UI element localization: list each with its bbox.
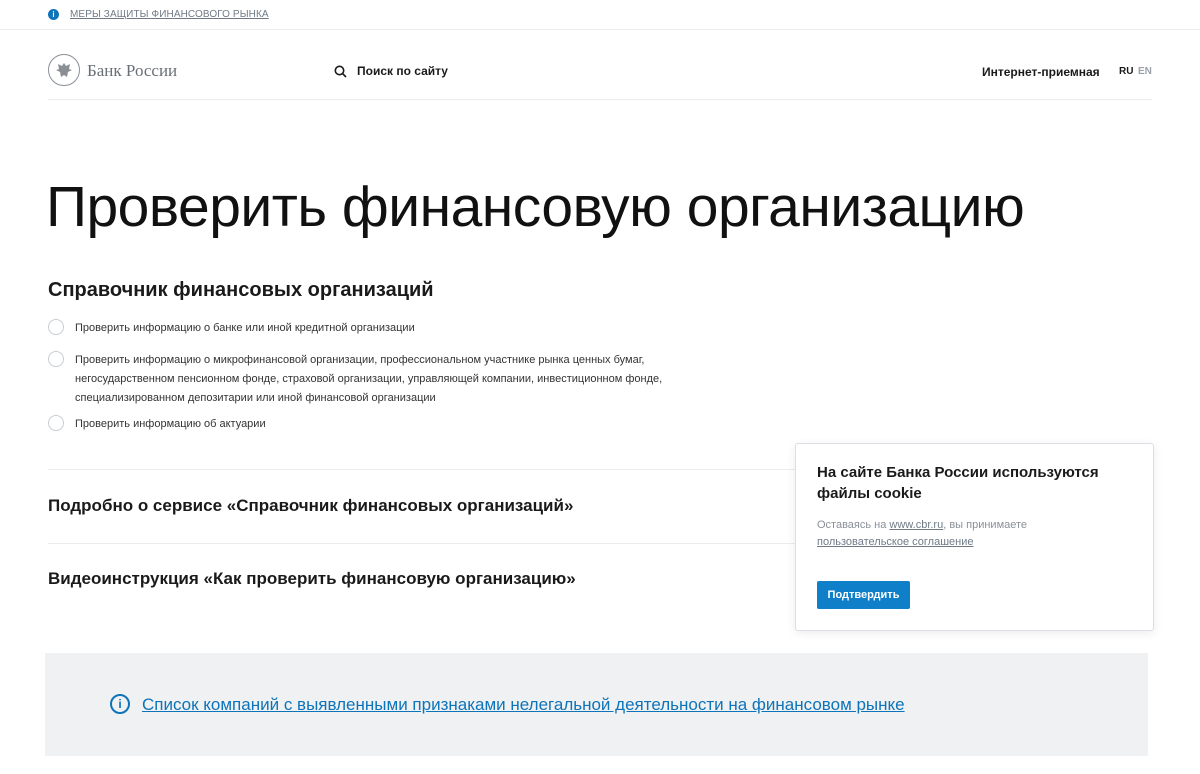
confirm-cookie-button[interactable]: Подтвердить bbox=[817, 581, 910, 609]
accordion-video-instruction[interactable]: Видеоинструкция «Как проверить финансову… bbox=[48, 569, 576, 589]
site-search[interactable]: Поиск по сайту bbox=[334, 63, 448, 79]
cbr-site-link[interactable]: www.cbr.ru bbox=[889, 519, 943, 531]
info-icon: i bbox=[48, 9, 59, 20]
accordion-service-details[interactable]: Подробно о сервисе «Справочник финансовы… bbox=[48, 496, 573, 516]
illegal-companies-list-link[interactable]: Список компаний с выявленными признаками… bbox=[142, 695, 905, 715]
radio-button[interactable] bbox=[48, 319, 64, 335]
section-title: Справочник финансовых организаций bbox=[48, 279, 434, 301]
cookie-title: На сайте Банка России используются файлы… bbox=[817, 464, 1099, 502]
lang-en[interactable]: EN bbox=[1138, 66, 1152, 77]
cookie-text: Оставаясь на www.cbr.ru, вы принимаете п… bbox=[817, 517, 1137, 551]
radio-option-other-financial[interactable]: Проверить информацию о микрофинансовой о… bbox=[48, 350, 728, 407]
user-agreement-link[interactable]: пользовательское соглашение bbox=[817, 536, 974, 548]
top-info-bar: i МЕРЫ ЗАЩИТЫ ФИНАНСОВОГО РЫНКА bbox=[0, 0, 1200, 30]
internet-reception-link[interactable]: Интернет-приемная bbox=[982, 65, 1100, 79]
logo-text[interactable]: Банк России bbox=[87, 61, 177, 81]
cookie-consent-popup: На сайте Банка России используются файлы… bbox=[795, 443, 1154, 631]
radio-label: Проверить информацию об актуарии bbox=[75, 418, 266, 430]
radio-option-bank[interactable]: Проверить информацию о банке или иной кр… bbox=[48, 318, 415, 337]
radio-label: Проверить информацию о микрофинансовой о… bbox=[75, 354, 663, 404]
lang-ru[interactable]: RU bbox=[1119, 66, 1133, 77]
cookie-text-prefix: Оставаясь на bbox=[817, 519, 890, 531]
illegal-activity-notice: i Список компаний с выявленными признака… bbox=[45, 653, 1148, 756]
cookie-text-middle: , вы принимаете bbox=[943, 519, 1028, 531]
radio-button[interactable] bbox=[48, 351, 64, 367]
radio-button[interactable] bbox=[48, 415, 64, 431]
search-label[interactable]: Поиск по сайту bbox=[357, 64, 448, 78]
radio-option-actuary[interactable]: Проверить информацию об актуарии bbox=[48, 414, 266, 433]
search-icon bbox=[334, 65, 347, 78]
double-headed-eagle-emblem-icon[interactable] bbox=[48, 54, 80, 86]
financial-market-protection-link[interactable]: МЕРЫ ЗАЩИТЫ ФИНАНСОВОГО РЫНКА bbox=[70, 9, 269, 20]
site-header: Банк России Поиск по сайту Интернет-прие… bbox=[48, 30, 1152, 100]
radio-label: Проверить информацию о банке или иной кр… bbox=[75, 322, 415, 334]
info-circle-icon: i bbox=[110, 694, 130, 714]
page-title: Проверить финансовую организацию bbox=[46, 175, 1025, 239]
